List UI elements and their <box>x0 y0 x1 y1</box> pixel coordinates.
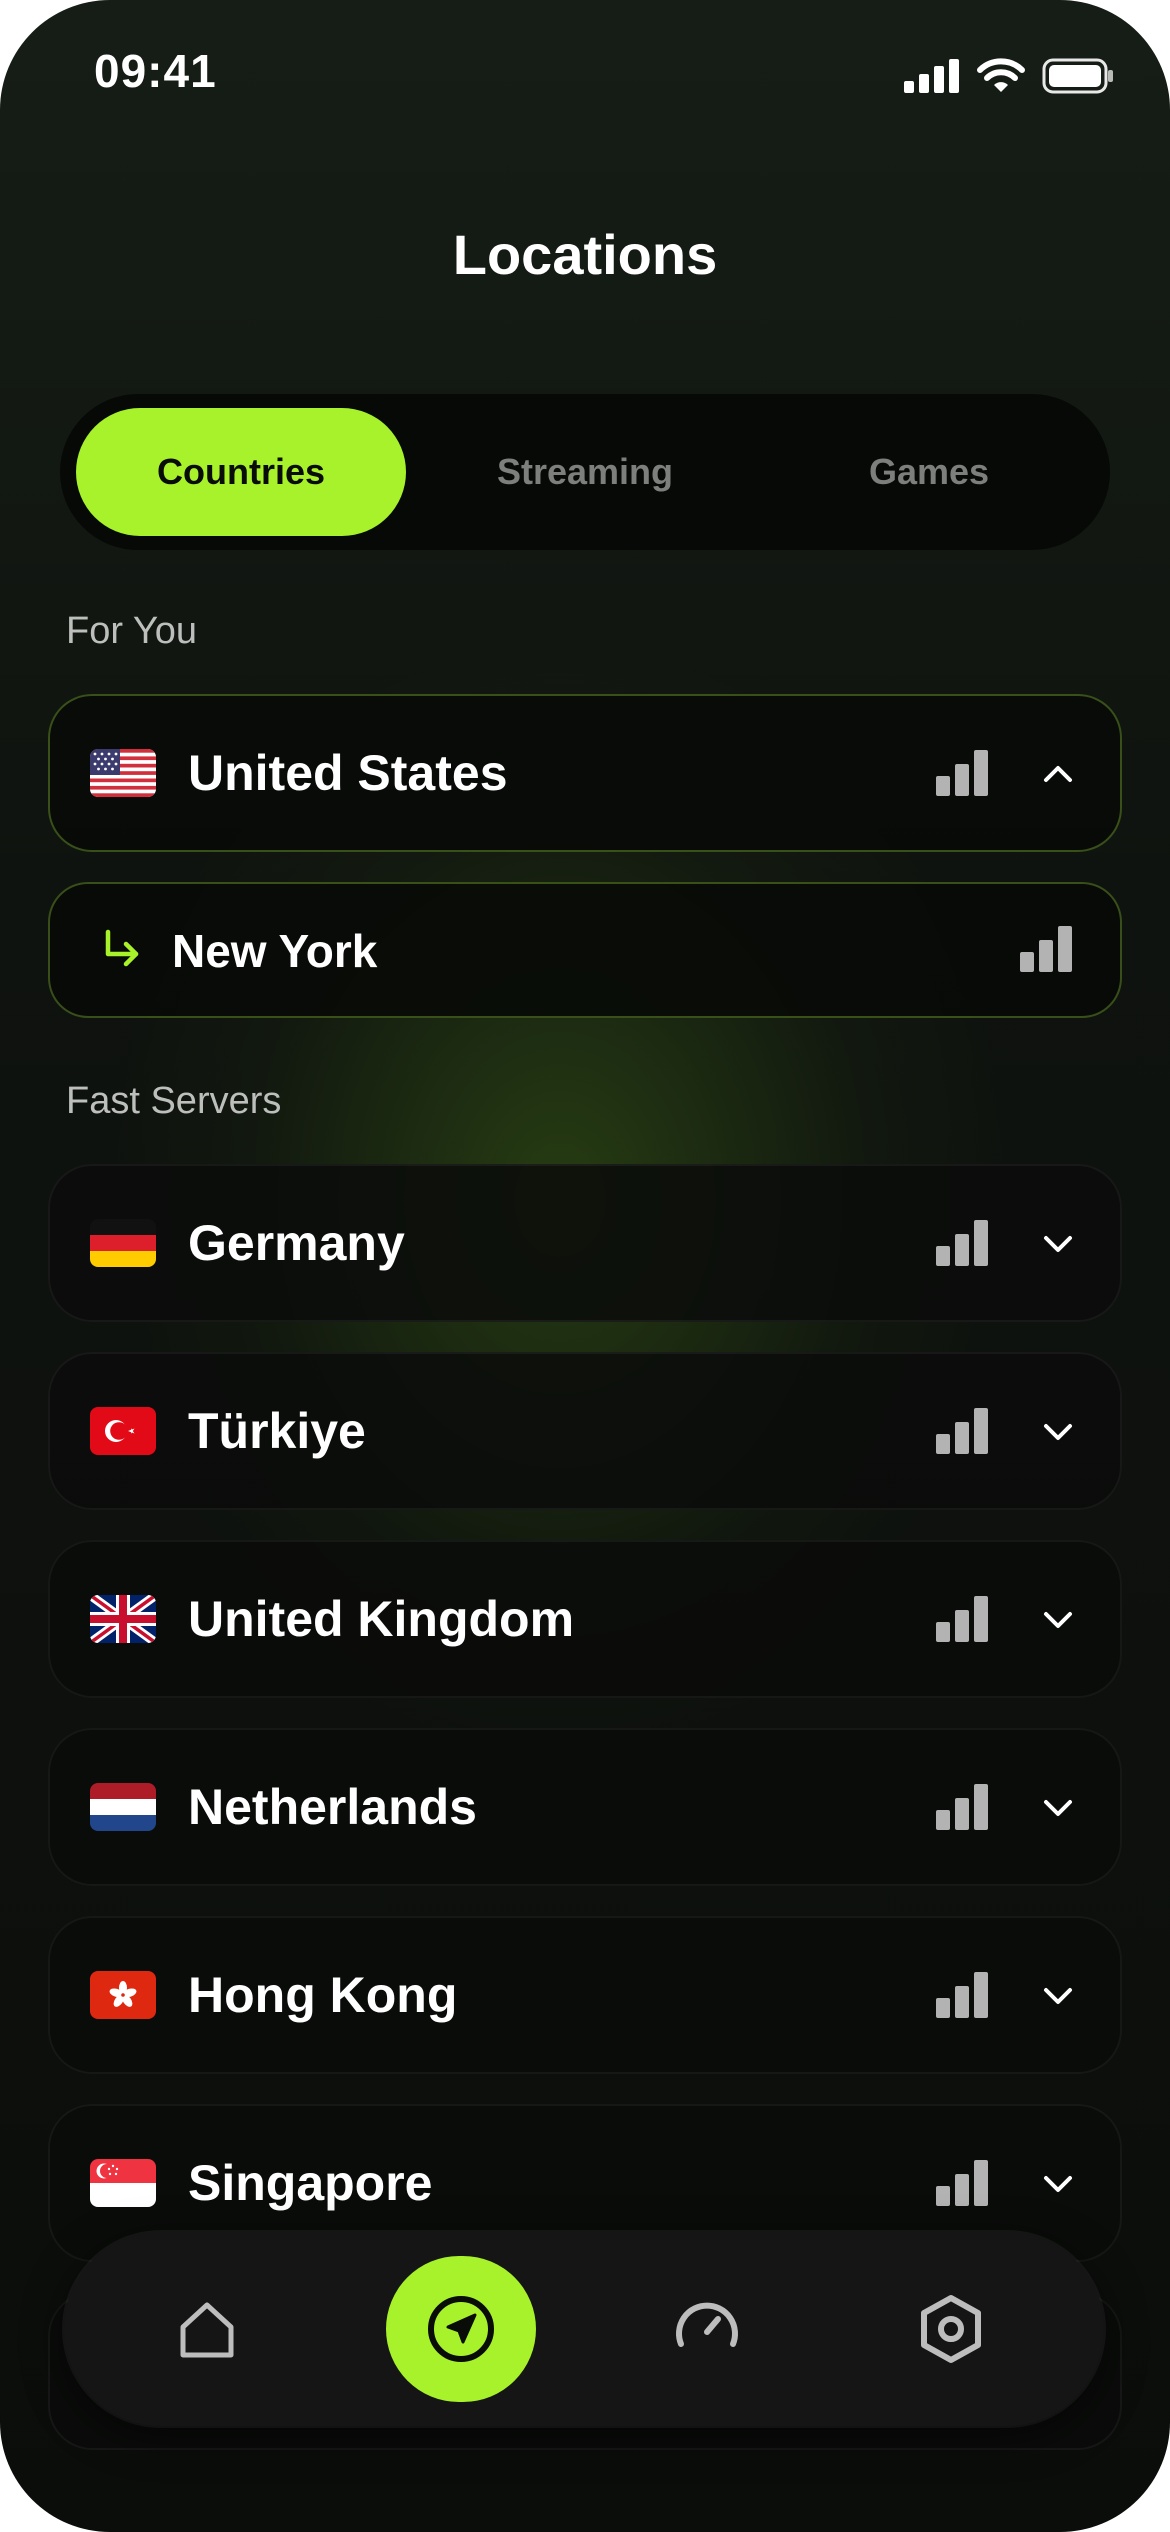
section-label-for-you: For You <box>66 610 197 652</box>
chevron-down-icon[interactable] <box>1040 2166 1076 2202</box>
nav-speedtest-button[interactable] <box>632 2256 782 2402</box>
chevron-down-icon[interactable] <box>1040 1602 1076 1638</box>
sub-arrow-icon <box>105 929 139 967</box>
tab-streaming[interactable]: Streaming <box>420 408 750 536</box>
bottom-nav <box>64 2232 1104 2426</box>
gb-flag-icon <box>90 1595 156 1643</box>
app-screen: 09:41 Locations Countries Streaming Game… <box>0 0 1170 2532</box>
country-row-germany[interactable]: Germany <box>48 1164 1122 1322</box>
tr-flag-icon <box>90 1407 156 1455</box>
status-icons <box>904 56 1114 96</box>
country-name: United States <box>188 745 508 801</box>
nl-flag-icon <box>90 1783 156 1831</box>
signal-strength-icon <box>936 1596 988 1642</box>
wifi-icon <box>977 58 1025 92</box>
signal-strength-icon <box>936 1972 988 2018</box>
city-name: New York <box>172 925 378 977</box>
tab-bar: Countries Streaming Games <box>60 394 1110 550</box>
signal-strength-icon <box>936 1408 988 1454</box>
signal-strength-icon <box>936 1220 988 1266</box>
section-label-fast-servers: Fast Servers <box>66 1080 282 1122</box>
country-row-united-states[interactable]: United States <box>48 694 1122 852</box>
sg-flag-icon <box>90 2159 156 2207</box>
chevron-down-icon[interactable] <box>1040 1226 1076 1262</box>
de-flag-icon <box>90 1219 156 1267</box>
page-title: Locations <box>452 223 718 286</box>
signal-strength-icon <box>936 1784 988 1830</box>
tab-games[interactable]: Games <box>764 408 1094 536</box>
city-row-new-york[interactable]: New York <box>48 882 1122 1018</box>
country-name: Türkiye <box>188 1403 366 1459</box>
hk-flag-icon <box>90 1971 156 2019</box>
country-name: United Kingdom <box>188 1591 575 1647</box>
location-arrow-icon <box>428 2296 494 2362</box>
nav-settings-button[interactable] <box>876 2256 1026 2402</box>
battery-icon <box>1042 58 1113 94</box>
status-time: 09:41 <box>94 45 217 97</box>
home-icon <box>180 2302 234 2358</box>
signal-strength-icon <box>1020 926 1072 972</box>
country-row-netherlands[interactable]: Netherlands <box>48 1728 1122 1886</box>
nav-home-button[interactable] <box>132 2256 282 2402</box>
signal-strength-icon <box>936 2160 988 2206</box>
chevron-down-icon[interactable] <box>1040 1414 1076 1450</box>
us-flag-icon <box>90 749 156 797</box>
country-row-united-kingdom[interactable]: United Kingdom <box>48 1540 1122 1698</box>
settings-hexagon-icon <box>921 2295 981 2363</box>
chevron-up-icon[interactable] <box>1040 756 1076 792</box>
tab-countries[interactable]: Countries <box>76 408 406 536</box>
country-row-hong-kong[interactable]: Hong Kong <box>48 1916 1122 2074</box>
country-name: Hong Kong <box>188 1967 458 2023</box>
speedometer-icon <box>676 2302 738 2347</box>
nav-locations-button[interactable] <box>386 2256 536 2402</box>
country-name: Singapore <box>188 2155 433 2211</box>
chevron-down-icon[interactable] <box>1040 1978 1076 2014</box>
cellular-signal-icon <box>904 59 959 93</box>
country-name: Germany <box>188 1215 405 1271</box>
country-row-turkiye[interactable]: Türkiye <box>48 1352 1122 1510</box>
signal-strength-icon <box>936 750 988 796</box>
country-name: Netherlands <box>188 1779 477 1835</box>
chevron-down-icon[interactable] <box>1040 1790 1076 1826</box>
